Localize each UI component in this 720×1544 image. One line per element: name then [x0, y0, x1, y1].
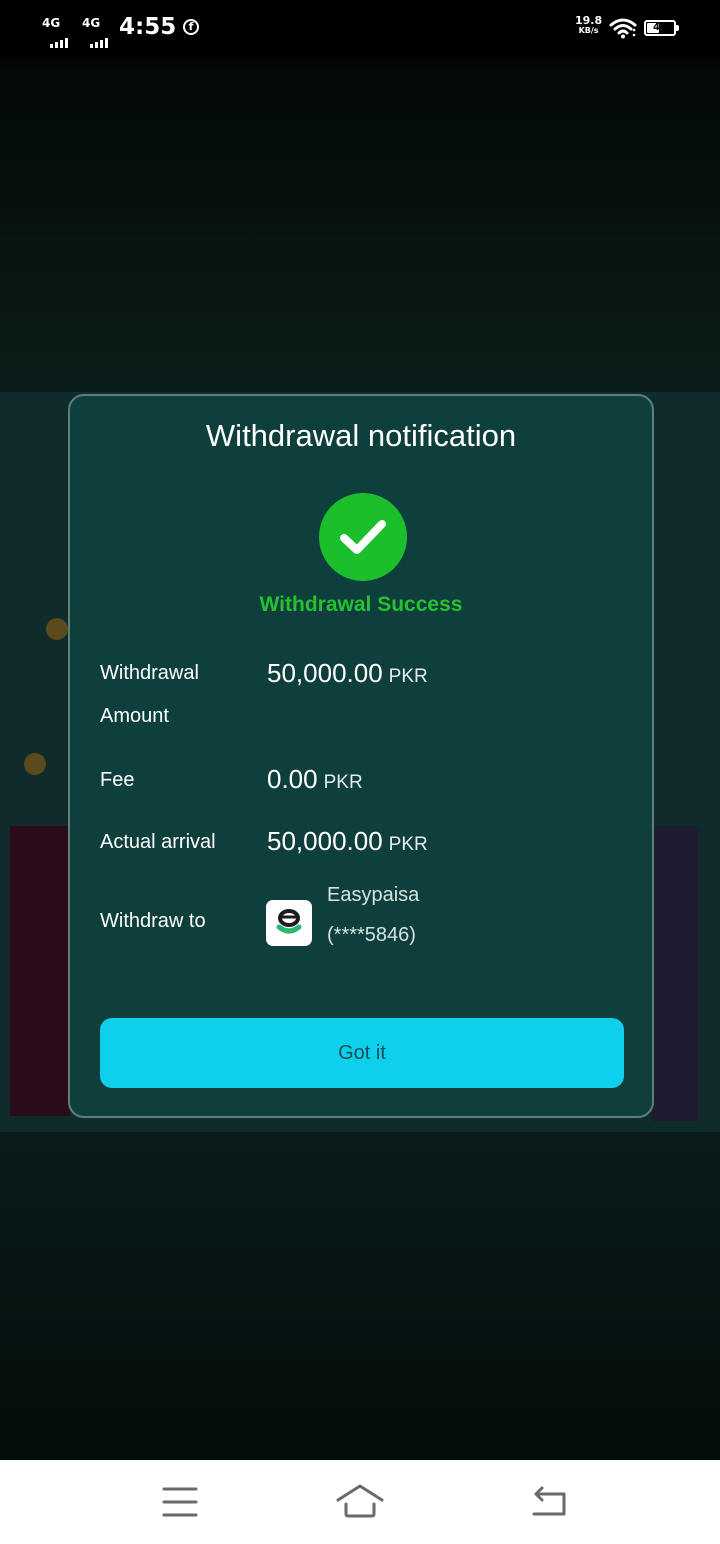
- back-icon[interactable]: [520, 1480, 580, 1524]
- fee-label: Fee: [100, 769, 135, 791]
- clock: 4:55: [119, 14, 177, 40]
- withdraw-method-name: Easypaisa: [327, 884, 420, 906]
- status-text: Withdrawal Success: [259, 593, 463, 616]
- network-type-1: 4G: [42, 16, 61, 30]
- navigation-bar: [0, 1460, 720, 1544]
- background-banner: [10, 826, 70, 1116]
- cell-signal-icon: 4G: [42, 16, 72, 48]
- withdrawal-amount-label-line1: Withdrawal: [100, 662, 199, 684]
- fee-value: 0.00 PKR: [267, 764, 363, 795]
- withdrawal-amount-label: Withdrawal Amount: [100, 652, 199, 738]
- got-it-button[interactable]: Got it: [100, 1018, 624, 1088]
- actual-arrival-value: 50,000.00 PKR: [267, 826, 428, 857]
- actual-arrival-label: Actual arrival: [100, 831, 216, 853]
- facebook-icon: f: [183, 19, 199, 35]
- cell-signal-icon-2: 4G: [82, 16, 112, 48]
- withdrawal-amount-value: 50,000.00 PKR: [267, 658, 428, 689]
- actual-arrival-number: 50,000.00: [267, 826, 383, 856]
- battery-icon: 41: [644, 20, 679, 36]
- withdraw-account-number: (****5846): [327, 924, 416, 946]
- withdrawal-amount-label-line2: Amount: [100, 705, 169, 727]
- easypaisa-logo-icon: [266, 900, 312, 946]
- background-banner: [652, 826, 698, 1121]
- background-coin: [24, 753, 46, 775]
- network-type-2: 4G: [82, 16, 101, 30]
- battery-level: 41: [653, 22, 667, 33]
- dialog-title: Withdrawal notification: [205, 418, 517, 453]
- actual-arrival-currency: PKR: [388, 834, 428, 855]
- wifi-icon: [609, 18, 637, 39]
- withdrawal-amount-currency: PKR: [388, 666, 428, 687]
- fee-number: 0.00: [267, 764, 318, 794]
- network-speed: 19.8 KB/s: [575, 15, 602, 36]
- check-circle-icon: [319, 493, 407, 581]
- home-icon[interactable]: [330, 1480, 390, 1524]
- menu-icon[interactable]: [150, 1480, 210, 1524]
- fee-currency: PKR: [323, 772, 363, 793]
- withdraw-to-label: Withdraw to: [100, 910, 206, 932]
- background-coin: [46, 618, 68, 640]
- withdrawal-amount-number: 50,000.00: [267, 658, 383, 688]
- network-speed-unit: KB/s: [578, 26, 599, 35]
- withdrawal-dialog: Withdrawal notification Withdrawal Succe…: [68, 394, 654, 1118]
- status-bar: 4G 4G 4:55 f 19.8 KB/s 41: [0, 0, 720, 58]
